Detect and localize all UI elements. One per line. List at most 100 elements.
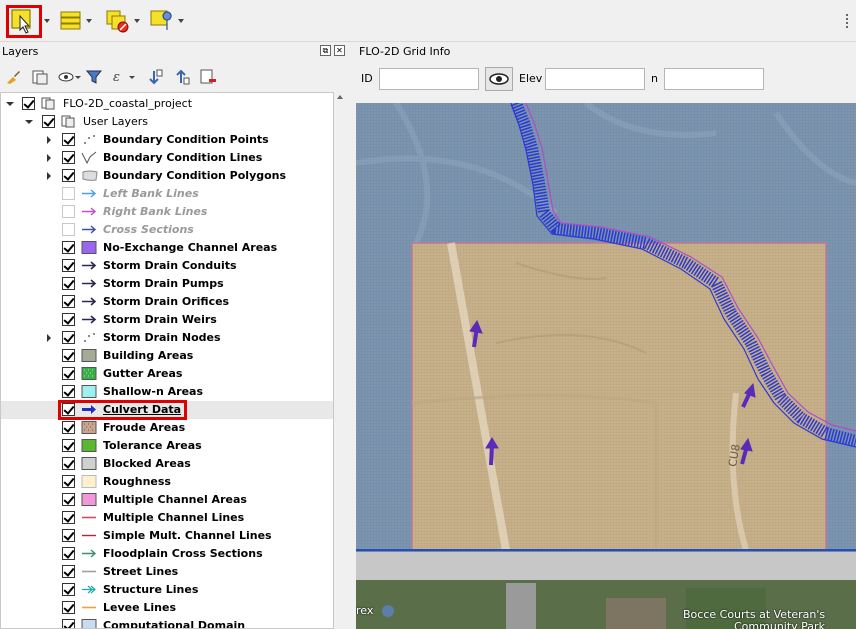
layer-row[interactable]: Storm Drain Conduits — [1, 257, 333, 275]
chevron-down-icon[interactable] — [86, 19, 92, 23]
layer-visibility-checkbox[interactable] — [62, 349, 75, 362]
layer-row[interactable]: Storm Drain Pumps — [1, 275, 333, 293]
layer-row[interactable]: Floodplain Cross Sections — [1, 545, 333, 563]
chevron-down-icon[interactable] — [178, 19, 184, 23]
layer-visibility-checkbox[interactable] — [62, 313, 75, 326]
layer-visibility-checkbox[interactable] — [62, 619, 75, 628]
layer-visibility-checkbox[interactable] — [62, 583, 75, 596]
layer-visibility-checkbox[interactable] — [62, 295, 75, 308]
collapse-all-icon[interactable] — [172, 68, 190, 86]
attribute-table-icon — [60, 11, 81, 30]
layer-row[interactable]: Computational Domain — [1, 617, 333, 628]
expand-all-icon[interactable] — [145, 68, 163, 86]
layer-visibility-checkbox[interactable] — [62, 565, 75, 578]
chevron-down-icon[interactable] — [44, 19, 50, 23]
remove-layer-icon[interactable] — [199, 68, 217, 86]
float-panel-icon[interactable]: ⧉ — [320, 45, 331, 56]
layer-tree-scrollbar[interactable] — [334, 92, 347, 629]
layer-visibility-checkbox[interactable] — [62, 385, 75, 398]
layer-visibility-checkbox[interactable] — [62, 601, 75, 614]
layer-visibility-checkbox[interactable] — [42, 115, 55, 128]
expand-arrow-icon[interactable] — [47, 154, 51, 162]
eye-button[interactable] — [485, 67, 513, 91]
layer-row[interactable]: No-Exchange Channel Areas — [1, 239, 333, 257]
layer-visibility-checkbox[interactable] — [62, 547, 75, 560]
layer-row[interactable]: Levee Lines — [1, 599, 333, 617]
layer-row[interactable]: Gutter Areas — [1, 365, 333, 383]
layer-row[interactable]: Left Bank Lines — [1, 185, 333, 203]
layer-visibility-checkbox[interactable] — [62, 259, 75, 272]
layer-visibility-checkbox[interactable] — [22, 97, 35, 110]
layer-visibility-checkbox[interactable] — [62, 277, 75, 290]
n-field[interactable] — [664, 68, 764, 90]
layer-row[interactable]: Right Bank Lines — [1, 203, 333, 221]
basemap-road — [356, 552, 856, 580]
style-icon[interactable] — [4, 68, 22, 86]
layer-row[interactable]: Tolerance Areas — [1, 437, 333, 455]
layer-row[interactable]: Storm Drain Orifices — [1, 293, 333, 311]
layer-row[interactable]: Storm Drain Weirs — [1, 311, 333, 329]
elev-field[interactable] — [545, 68, 645, 90]
layer-row[interactable]: FLO-2D_coastal_project — [1, 95, 333, 113]
layer-row[interactable]: Cross Sections — [1, 221, 333, 239]
collapse-arrow-icon[interactable] — [25, 120, 33, 124]
visibility-icon[interactable] — [58, 68, 81, 86]
toolbar-grip-icon[interactable] — [844, 12, 854, 30]
layer-label: Froude Areas — [103, 421, 186, 434]
layer-tree[interactable]: FLO-2D_coastal_project User Layers Boundar… — [0, 92, 334, 629]
layer-label: No-Exchange Channel Areas — [103, 241, 278, 254]
layer-visibility-checkbox[interactable] — [62, 223, 75, 236]
layer-label: Structure Lines — [103, 583, 199, 596]
chevron-down-icon[interactable] — [134, 19, 140, 23]
layer-row[interactable]: Boundary Condition Polygons — [1, 167, 333, 185]
layer-visibility-checkbox[interactable] — [62, 421, 75, 434]
layer-visibility-checkbox[interactable] — [62, 331, 75, 344]
layer-row[interactable]: Roughness — [1, 473, 333, 491]
layer-label: Cross Sections — [103, 223, 194, 236]
layer-row[interactable]: Boundary Condition Lines — [1, 149, 333, 167]
layer-row[interactable]: Structure Lines — [1, 581, 333, 599]
expand-arrow-icon[interactable] — [47, 172, 51, 180]
layer-visibility-checkbox[interactable] — [62, 439, 75, 452]
layer-visibility-checkbox[interactable] — [62, 151, 75, 164]
layer-row[interactable]: Blocked Areas — [1, 455, 333, 473]
layer-label: Street Lines — [103, 565, 179, 578]
eye-icon — [489, 73, 509, 85]
close-panel-icon[interactable]: ✕ — [334, 45, 345, 56]
deselect-features-button[interactable] — [106, 8, 140, 34]
map-canvas[interactable]: CU8 rex Bocce Courts at Veteran's Commun… — [356, 103, 856, 629]
layer-row[interactable]: Street Lines — [1, 563, 333, 581]
layer-visibility-checkbox[interactable] — [62, 529, 75, 542]
layer-visibility-checkbox[interactable] — [62, 493, 75, 506]
layer-row[interactable]: Building Areas — [1, 347, 333, 365]
layer-visibility-checkbox[interactable] — [62, 133, 75, 146]
layer-visibility-checkbox[interactable] — [62, 241, 75, 254]
layer-visibility-checkbox[interactable] — [62, 205, 75, 218]
attribute-table-button[interactable] — [60, 8, 92, 34]
layer-row[interactable]: Shallow-n Areas — [1, 383, 333, 401]
layer-row[interactable]: Simple Mult. Channel Lines — [1, 527, 333, 545]
expression-icon[interactable]: ε — [112, 68, 136, 86]
expand-arrow-icon[interactable] — [47, 334, 51, 342]
layer-row[interactable]: Storm Drain Nodes — [1, 329, 333, 347]
expand-arrow-icon[interactable] — [47, 136, 51, 144]
layer-row[interactable]: Culvert Data — [1, 400, 333, 420]
id-field[interactable] — [379, 68, 479, 90]
scroll-up-icon[interactable] — [337, 95, 343, 99]
layer-row[interactable]: User Layers — [1, 113, 333, 131]
layer-visibility-checkbox[interactable] — [62, 457, 75, 470]
layer-row[interactable]: Froude Areas — [1, 419, 333, 437]
filter-icon[interactable] — [85, 68, 103, 86]
collapse-arrow-icon[interactable] — [6, 102, 14, 106]
add-group-icon[interactable] — [31, 68, 49, 86]
layer-visibility-checkbox[interactable] — [62, 475, 75, 488]
layer-row[interactable]: Boundary Condition Points — [1, 131, 333, 149]
layer-row[interactable]: Multiple Channel Areas — [1, 491, 333, 509]
layer-visibility-checkbox[interactable] — [62, 367, 75, 380]
layer-visibility-checkbox[interactable] — [62, 187, 75, 200]
layer-row[interactable]: Multiple Channel Lines — [1, 509, 333, 527]
identify-button[interactable] — [150, 8, 184, 34]
layer-visibility-checkbox[interactable] — [62, 511, 75, 524]
layer-visibility-checkbox[interactable] — [62, 169, 75, 182]
map-label-rex: rex — [356, 604, 374, 617]
